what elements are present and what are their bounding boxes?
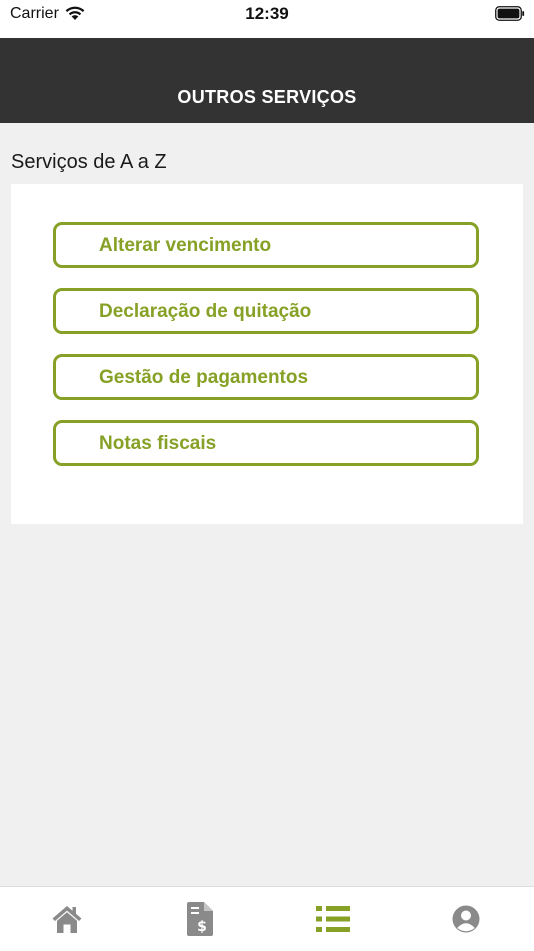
user-profile-icon <box>452 905 479 933</box>
home-icon <box>52 906 81 933</box>
service-button-label: Notas fiscais <box>99 433 217 454</box>
service-button-label: Declaração de quitação <box>99 301 312 322</box>
tab-invoices[interactable]: $ <box>133 887 266 951</box>
tab-home[interactable] <box>0 887 133 951</box>
page-title: OUTROS SERVIÇOS <box>177 87 357 107</box>
services-card: Alterar vencimento Declaração de quitaçã… <box>11 184 523 524</box>
service-button-label: Gestão de pagamentos <box>99 367 309 388</box>
tab-profile[interactable] <box>399 887 532 951</box>
gestao-pagamentos-button[interactable]: Gestão de pagamentos <box>53 354 479 400</box>
service-button-label: Alterar vencimento <box>99 235 272 256</box>
alterar-vencimento-button[interactable]: Alterar vencimento <box>53 222 479 268</box>
battery-icon <box>495 6 525 21</box>
tab-services[interactable] <box>266 887 399 951</box>
status-bar: Carrier 12:39 <box>0 0 534 38</box>
invoice-dollar-icon: $ <box>186 902 213 936</box>
declaracao-quitacao-button[interactable]: Declaração de quitação <box>53 288 479 334</box>
tab-bar: $ <box>0 886 534 951</box>
svg-text:$: $ <box>197 919 207 935</box>
page-header: OUTROS SERVIÇOS <box>0 38 534 123</box>
notas-fiscais-button[interactable]: Notas fiscais <box>53 420 479 466</box>
list-icon <box>315 906 350 932</box>
clock-time: 12:39 <box>245 4 289 23</box>
section-title: Serviços de A a Z <box>11 151 167 173</box>
